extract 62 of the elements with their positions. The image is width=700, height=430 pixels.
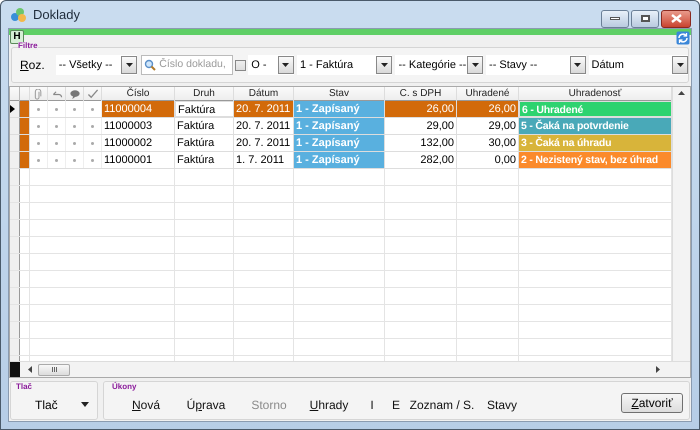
refresh-icon[interactable] [676, 31, 690, 45]
document-type-dropdown[interactable]: 1 - Faktúra [296, 55, 392, 75]
maximize-button[interactable] [631, 10, 659, 28]
scroll-corner [10, 362, 20, 377]
table-cell[interactable]: 11000002 [102, 135, 175, 151]
table-cell[interactable]: 26,00 [385, 101, 457, 117]
table-cell[interactable]: 11000003 [102, 118, 175, 134]
table-cell[interactable]: 20. 7. 2011 [234, 101, 294, 117]
close-icon [670, 14, 682, 23]
scroll-up-icon[interactable] [678, 91, 685, 95]
action-button[interactable]: Nová [118, 396, 174, 414]
table-cell[interactable]: Faktúra [175, 152, 234, 168]
scroll-left-icon[interactable] [28, 366, 32, 373]
minimize-button[interactable] [601, 10, 629, 28]
caret-icon [282, 63, 290, 67]
scope-dropdown[interactable]: -- Všetky -- [56, 55, 138, 75]
scroll-thumb[interactable] [38, 364, 70, 376]
search-icon [144, 59, 156, 71]
vertical-scrollbar[interactable] [672, 87, 690, 361]
caret-icon [472, 63, 479, 67]
table-cell[interactable]: Faktúra [175, 101, 234, 117]
current-row-icon [10, 105, 15, 113]
close-window-button[interactable] [661, 10, 691, 28]
category-dropdown[interactable]: -- Kategórie -- [395, 55, 484, 75]
caret-icon [380, 63, 388, 67]
state-dropdown[interactable]: -- Stavy -- [486, 55, 586, 75]
action-button[interactable]: Stavy [478, 396, 526, 414]
action-button[interactable]: Zoznam / S. [406, 396, 478, 414]
close-button[interactable]: Zatvoriť [621, 392, 683, 412]
table-cell[interactable]: 132,00 [385, 135, 457, 151]
table-cell[interactable]: 11000004 [102, 101, 175, 117]
action-button[interactable]: E [386, 396, 406, 414]
action-button[interactable]: Úprava [174, 396, 238, 414]
speech-bubble-icon [68, 88, 80, 100]
row-header[interactable] [10, 101, 20, 117]
table-cell[interactable]: 26,00 [457, 101, 519, 117]
caret-icon [676, 63, 684, 67]
group-title: Filtre [18, 42, 38, 50]
table-cell[interactable]: 29,00 [385, 118, 457, 134]
group-title: Úkony [112, 383, 136, 391]
table-cell[interactable]: 11000001 [102, 152, 175, 168]
caret-icon [126, 63, 133, 67]
search-field[interactable]: Číslo dokladu, [141, 55, 234, 75]
table-cell[interactable]: Faktúra [175, 118, 234, 134]
window-title: Doklady [33, 6, 80, 24]
caret-icon [81, 402, 89, 407]
checkbox[interactable] [235, 60, 246, 70]
o-dropdown[interactable]: O - [248, 55, 294, 75]
action-button[interactable]: Uhrady [300, 396, 358, 414]
app-icon [9, 6, 27, 22]
caret-icon [574, 63, 582, 67]
horizontal-scrollbar[interactable] [10, 361, 690, 377]
table-cell[interactable]: 282,00 [385, 152, 457, 168]
undo-icon [50, 88, 62, 100]
sort-dropdown[interactable]: Dátum [588, 55, 688, 75]
group-title: Tlač [16, 383, 32, 391]
print-dropdown-button[interactable]: Tlač [15, 394, 93, 416]
roz-button[interactable]: Roz. [18, 56, 47, 74]
scroll-right-icon[interactable] [656, 366, 660, 373]
checkmark-icon [86, 88, 98, 100]
action-button[interactable]: I [358, 396, 386, 414]
table-cell[interactable]: Faktúra [175, 135, 234, 151]
